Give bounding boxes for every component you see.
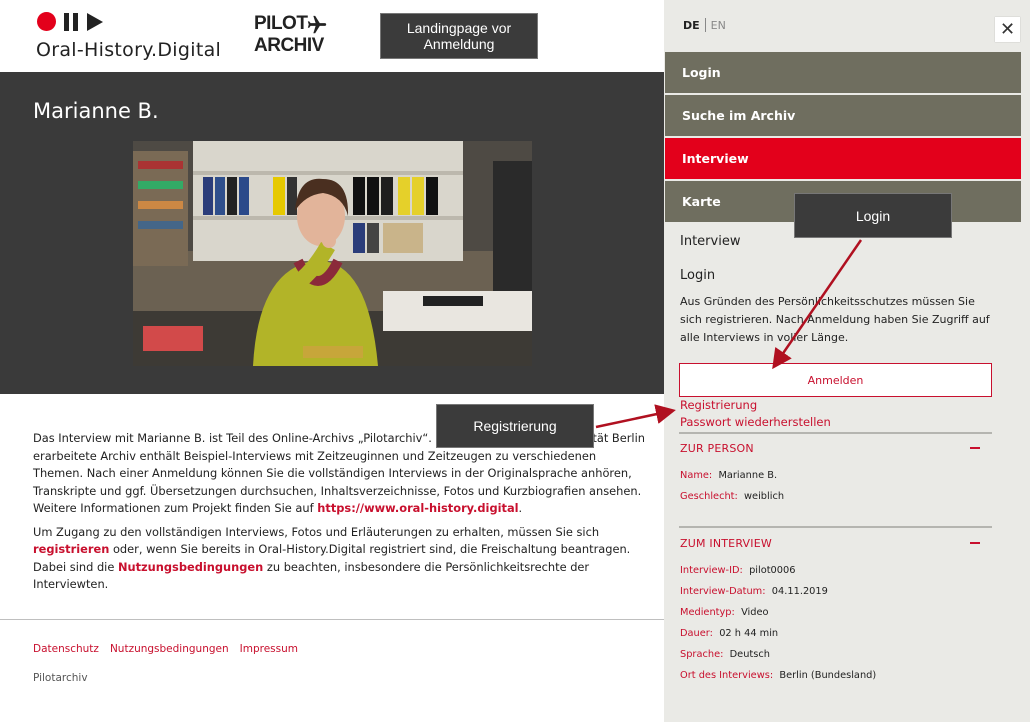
field-label: Name:: [680, 470, 713, 481]
nav-suche-im-archiv[interactable]: Suche im Archiv: [665, 95, 1021, 136]
interview-date-row: Interview-Datum: 04.11.2019: [680, 586, 828, 597]
field-label: Medientyp:: [680, 607, 735, 618]
location-row: Ort des Interviews: Berlin (Bundesland): [680, 670, 876, 681]
intro-p1-end: .: [518, 501, 523, 515]
section-divider: [679, 526, 992, 528]
site-header: Oral-History.Digital PILOT ARCHIV Landin…: [0, 0, 664, 72]
annotation-landingpage: Landingpage vor Anmeldung: [380, 13, 538, 59]
annotation-login: Login: [794, 193, 952, 238]
app-root: Oral-History.Digital PILOT ARCHIV Landin…: [0, 0, 1030, 722]
arrow-to-register-link: [595, 404, 676, 429]
annotation-registrierung: Registrierung: [436, 404, 594, 448]
record-icon: [37, 12, 56, 31]
intro-paragraph-2: Um Zugang zu den vollständigen Interview…: [33, 524, 645, 594]
field-label: Interview-ID:: [680, 565, 743, 576]
register-inline-link[interactable]: registrieren: [33, 542, 109, 556]
sidebar: DE EN ✕ Login Suche im Archiv Interview …: [664, 0, 1030, 722]
oral-history-link[interactable]: https://www.oral-history.digital: [317, 501, 518, 515]
login-button[interactable]: Anmelden: [679, 363, 992, 397]
sidebar-interview-heading: Interview: [680, 234, 741, 249]
interview-collapse-icon[interactable]: [970, 542, 980, 544]
sidebar-login-heading: Login: [680, 268, 716, 283]
password-reset-link[interactable]: Passwort wiederherstellen: [680, 415, 831, 429]
duration-row: Dauer: 02 h 44 min: [680, 628, 778, 639]
footer-link-nutzungsbedingungen[interactable]: Nutzungsbedingungen: [110, 643, 229, 655]
footer-copyright: Pilotarchiv: [33, 672, 88, 684]
person-name-row: Name: Marianne B.: [680, 470, 777, 481]
media-type-row: Medientyp: Video: [680, 607, 769, 618]
footer-divider: [0, 619, 664, 620]
field-value: pilot0006: [749, 565, 796, 576]
field-value: 02 h 44 min: [719, 628, 779, 639]
interview-section-title[interactable]: ZUM INTERVIEW: [680, 537, 772, 550]
intro-p2-text-a: Um Zugang zu den vollständigen Interview…: [33, 524, 600, 539]
interviewee-name: Marianne B.: [33, 99, 159, 123]
lang-divider: [704, 18, 706, 32]
section-divider: [679, 432, 992, 434]
register-link[interactable]: Registrierung: [680, 398, 757, 412]
sidebar-login-text: Aus Gründen des Persönlichkeitsschutzes …: [680, 295, 990, 344]
field-label: Interview-Datum:: [680, 586, 766, 597]
interview-id-row: Interview-ID: pilot0006: [680, 565, 796, 576]
nav-login[interactable]: Login: [665, 52, 1021, 93]
close-icon[interactable]: ✕: [995, 17, 1020, 42]
field-label: Sprache:: [680, 649, 724, 660]
language-switcher: DE EN: [683, 18, 726, 32]
intro-text: Das Interview mit Marianne B. ist Teil d…: [33, 430, 645, 600]
person-collapse-icon[interactable]: [970, 447, 980, 449]
footer-links: Datenschutz Nutzungsbedingungen Impressu…: [33, 643, 298, 655]
pause-icon: [64, 12, 78, 31]
field-value: Berlin (Bundesland): [779, 670, 877, 681]
field-value: Video: [741, 607, 769, 618]
pilot-logo-line2: ARCHIV: [254, 35, 324, 56]
lang-de[interactable]: DE: [683, 19, 700, 32]
field-value: Marianne B.: [718, 470, 778, 481]
interview-hero: Marianne B.: [0, 72, 664, 394]
ohd-logo-icons[interactable]: [37, 12, 103, 31]
interviewee-portrait: [133, 141, 532, 366]
terms-inline-link[interactable]: Nutzungsbedingungen: [118, 560, 263, 574]
field-label: Dauer:: [680, 628, 713, 639]
field-label: Ort des Interviews:: [680, 670, 774, 681]
nav-interview[interactable]: Interview: [665, 138, 1021, 179]
lang-en[interactable]: EN: [711, 19, 726, 32]
field-value: weiblich: [744, 491, 785, 502]
footer-link-impressum[interactable]: Impressum: [240, 643, 298, 655]
airplane-icon: [307, 15, 327, 34]
person-section-title[interactable]: ZUR PERSON: [680, 442, 754, 455]
portrait-image: [133, 141, 532, 366]
ohd-logo-text[interactable]: Oral-History.Digital: [36, 39, 221, 61]
field-value: 04.11.2019: [771, 586, 828, 597]
language-row: Sprache: Deutsch: [680, 649, 770, 660]
person-gender-row: Geschlecht: weiblich: [680, 491, 784, 502]
footer-link-datenschutz[interactable]: Datenschutz: [33, 643, 99, 655]
field-value: Deutsch: [729, 649, 770, 660]
play-icon: [87, 12, 103, 31]
field-label: Geschlecht:: [680, 491, 738, 502]
